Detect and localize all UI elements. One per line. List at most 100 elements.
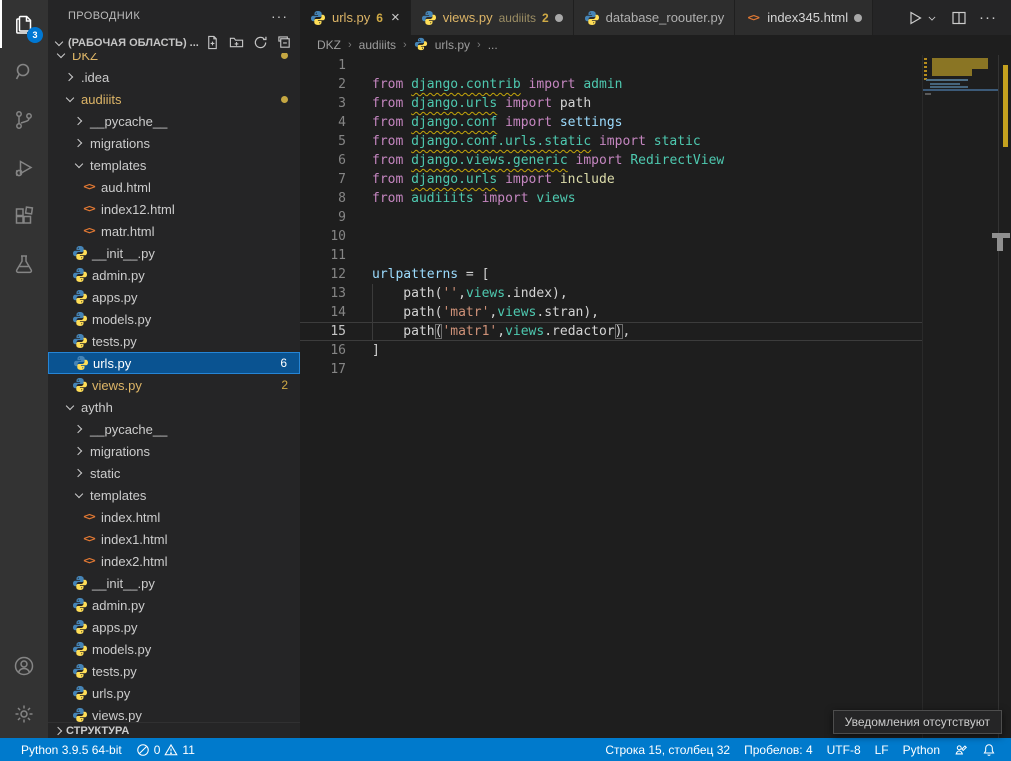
tree-item-aud-html[interactable]: <>aud.html: [48, 176, 300, 198]
tree-item-tests-py[interactable]: tests.py: [48, 330, 300, 352]
tree-item-models-py[interactable]: models.py: [48, 638, 300, 660]
tree-item-views-py[interactable]: views.py: [48, 704, 300, 722]
line-number[interactable]: 12: [300, 265, 346, 284]
problems-status[interactable]: 0 11: [129, 738, 202, 761]
tree-item-tests-py[interactable]: tests.py: [48, 660, 300, 682]
code-line-10[interactable]: 10: [300, 227, 922, 246]
testing-activity-button[interactable]: [0, 240, 48, 288]
code-line-17[interactable]: 17: [300, 360, 922, 379]
explorer-more-actions-icon[interactable]: ···: [271, 8, 288, 24]
tree-item-migrations[interactable]: migrations: [48, 440, 300, 462]
new-folder-icon[interactable]: [228, 35, 244, 51]
tab-views-py[interactable]: views.pyaudiiits2: [411, 0, 574, 35]
code-line-16[interactable]: 16]: [300, 341, 922, 360]
line-number[interactable]: 9: [300, 208, 346, 227]
language-mode-status[interactable]: Python: [896, 738, 947, 761]
settings-button[interactable]: [0, 690, 48, 738]
code-line-14[interactable]: 14 path('matr',views.stran),: [300, 303, 922, 322]
tree-item-templates[interactable]: templates: [48, 484, 300, 506]
tree-item-urls-py[interactable]: urls.py: [48, 682, 300, 704]
tree-item-apps-py[interactable]: apps.py: [48, 616, 300, 638]
explorer-activity-button[interactable]: 3: [0, 0, 48, 48]
encoding-status[interactable]: UTF-8: [820, 738, 868, 761]
tree-item-audiiits[interactable]: audiiits: [48, 88, 300, 110]
tree-item-index12-html[interactable]: <>index12.html: [48, 198, 300, 220]
tree-item--pycache-[interactable]: __pycache__: [48, 418, 300, 440]
account-button[interactable]: [0, 642, 48, 690]
code-line-15[interactable]: 15 path('matr1',views.redactor),: [300, 322, 922, 341]
line-number[interactable]: 13: [300, 284, 346, 303]
tree-item-models-py[interactable]: models.py: [48, 308, 300, 330]
extensions-activity-button[interactable]: [0, 192, 48, 240]
outline-section-header[interactable]: СТРУКТУРА: [48, 722, 300, 738]
run-python-file-button[interactable]: [907, 10, 939, 26]
line-number[interactable]: 1: [300, 56, 346, 75]
line-number[interactable]: 17: [300, 360, 346, 379]
tree-item-DKZ[interactable]: DKZ: [48, 53, 300, 66]
line-number[interactable]: 2: [300, 75, 346, 94]
code-line-2[interactable]: 2from django.contrib import admin: [300, 75, 922, 94]
tree-item-index2-html[interactable]: <>index2.html: [48, 550, 300, 572]
line-number[interactable]: 14: [300, 303, 346, 322]
line-number[interactable]: 16: [300, 341, 346, 360]
tree-item--idea[interactable]: .idea: [48, 66, 300, 88]
tree-item--init-py[interactable]: __init__.py: [48, 242, 300, 264]
tree-item-index1-html[interactable]: <>index1.html: [48, 528, 300, 550]
line-number[interactable]: 11: [300, 246, 346, 265]
minimap[interactable]: [922, 55, 998, 738]
python-interpreter-status[interactable]: Python 3.9.5 64-bit: [14, 738, 129, 761]
feedback-button[interactable]: [947, 738, 975, 761]
code-line-8[interactable]: 8from audiiits import views: [300, 189, 922, 208]
line-number[interactable]: 4: [300, 113, 346, 132]
workspace-section-header[interactable]: (РАБОЧАЯ ОБЛАСТЬ) ...: [48, 32, 300, 53]
line-number[interactable]: 15: [300, 322, 346, 341]
tree-item-matr-html[interactable]: <>matr.html: [48, 220, 300, 242]
line-number[interactable]: 10: [300, 227, 346, 246]
tree-item-urls-py[interactable]: urls.py6: [48, 352, 300, 374]
tree-item-static[interactable]: static: [48, 462, 300, 484]
code-editor[interactable]: 12from django.contrib import admin3from …: [300, 55, 1011, 738]
new-file-icon[interactable]: [204, 35, 220, 51]
tree-item-admin-py[interactable]: admin.py: [48, 264, 300, 286]
overview-ruler[interactable]: [998, 55, 1011, 738]
tab-urls-py[interactable]: urls.py6×: [300, 0, 411, 35]
run-dropdown-chevron-icon[interactable]: [926, 12, 937, 23]
code-line-4[interactable]: 4from django.conf import settings: [300, 113, 922, 132]
code-line-12[interactable]: 12urlpatterns = [: [300, 265, 922, 284]
line-number[interactable]: 5: [300, 132, 346, 151]
tree-item-apps-py[interactable]: apps.py: [48, 286, 300, 308]
tree-item-templates[interactable]: templates: [48, 154, 300, 176]
editor-more-actions-icon[interactable]: ···: [979, 9, 997, 26]
split-editor-icon[interactable]: [951, 10, 967, 26]
collapse-all-icon[interactable]: [276, 35, 292, 51]
run-debug-activity-button[interactable]: [0, 144, 48, 192]
tree-item-aythh[interactable]: aythh: [48, 396, 300, 418]
tree-item--init-py[interactable]: __init__.py: [48, 572, 300, 594]
tree-item--pycache-[interactable]: __pycache__: [48, 110, 300, 132]
code-line-7[interactable]: 7from django.urls import include: [300, 170, 922, 189]
breadcrumb-item-urls-py[interactable]: urls.py: [435, 38, 470, 52]
breadcrumb-item-audiiits[interactable]: audiiits: [359, 38, 396, 52]
cursor-position-status[interactable]: Строка 15, столбец 32: [598, 738, 737, 761]
notifications-bell-button[interactable]: [975, 738, 1003, 761]
code-line-6[interactable]: 6from django.views.generic import Redire…: [300, 151, 922, 170]
code-line-1[interactable]: 1: [300, 56, 922, 75]
code-line-11[interactable]: 11: [300, 246, 922, 265]
indentation-status[interactable]: Пробелов: 4: [737, 738, 820, 761]
tree-item-index-html[interactable]: <>index.html: [48, 506, 300, 528]
source-control-activity-button[interactable]: [0, 96, 48, 144]
code-line-13[interactable]: 13 path('',views.index),: [300, 284, 922, 303]
code-line-9[interactable]: 9: [300, 208, 922, 227]
code-line-5[interactable]: 5from django.conf.urls.static import sta…: [300, 132, 922, 151]
tree-item-migrations[interactable]: migrations: [48, 132, 300, 154]
breadcrumb-item-symbol[interactable]: ...: [488, 38, 498, 52]
line-number[interactable]: 6: [300, 151, 346, 170]
line-number[interactable]: 7: [300, 170, 346, 189]
tree-item-admin-py[interactable]: admin.py: [48, 594, 300, 616]
tab-index345-html[interactable]: <>index345.html: [735, 0, 873, 35]
close-icon[interactable]: ×: [391, 10, 400, 25]
line-number[interactable]: 3: [300, 94, 346, 113]
line-number[interactable]: 8: [300, 189, 346, 208]
tab-database-roouter-py[interactable]: database_roouter.py: [574, 0, 736, 35]
breadcrumb-item-dkz[interactable]: DKZ: [317, 38, 341, 52]
